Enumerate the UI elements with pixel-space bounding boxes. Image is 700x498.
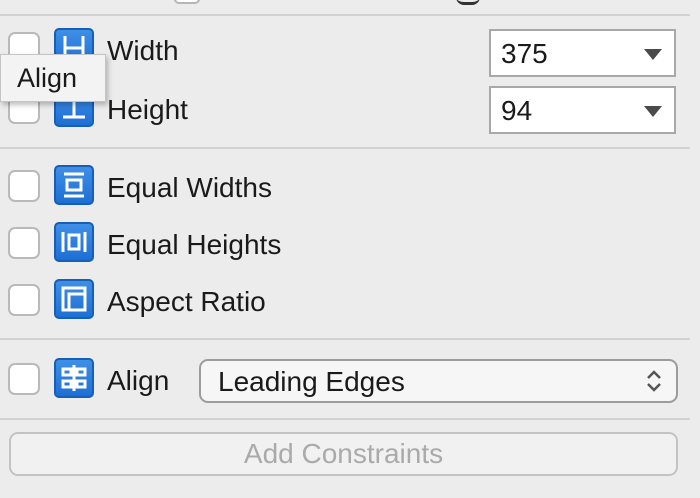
width-value-dropdown[interactable]: 375: [489, 29, 676, 77]
width-value: 375: [501, 38, 548, 69]
height-value-dropdown[interactable]: 94: [489, 86, 676, 134]
equal-heights-row: Equal Heights: [0, 220, 700, 270]
divider: [0, 14, 690, 16]
equal-widths-row: Equal Widths: [0, 163, 700, 213]
aspect-ratio-checkbox[interactable]: [8, 284, 40, 316]
partial-label-glyph: [456, 0, 480, 5]
align-label: Align: [107, 365, 170, 396]
align-icon: [54, 358, 94, 398]
dropdown-arrow-icon: [644, 49, 662, 60]
aspect-ratio-row: Aspect Ratio: [0, 277, 700, 327]
divider: [0, 147, 690, 149]
align-tooltip: Align: [0, 54, 106, 102]
height-label: Height: [107, 94, 188, 125]
align-checkbox[interactable]: [8, 363, 40, 395]
divider: [0, 338, 690, 340]
add-constraints-button[interactable]: Add Constraints: [9, 432, 678, 476]
equal-widths-icon: [54, 165, 94, 205]
equal-heights-label: Equal Heights: [107, 229, 282, 260]
aspect-ratio-icon: [54, 279, 94, 319]
width-label: Width: [107, 35, 179, 66]
equal-widths-label: Equal Widths: [107, 172, 272, 203]
equal-heights-checkbox[interactable]: [8, 227, 40, 259]
equal-heights-icon: [54, 222, 94, 262]
up-down-chevron-icon: [647, 370, 661, 392]
align-type-select[interactable]: Leading Edges: [199, 359, 678, 403]
align-type-value: Leading Edges: [218, 366, 405, 397]
partial-checkbox[interactable]: [174, 0, 200, 4]
top-partial-row: [0, 0, 700, 14]
divider: [0, 418, 690, 420]
dropdown-arrow-icon: [644, 106, 662, 117]
equal-widths-checkbox[interactable]: [8, 170, 40, 202]
height-value: 94: [501, 95, 533, 126]
aspect-ratio-label: Aspect Ratio: [107, 286, 266, 317]
